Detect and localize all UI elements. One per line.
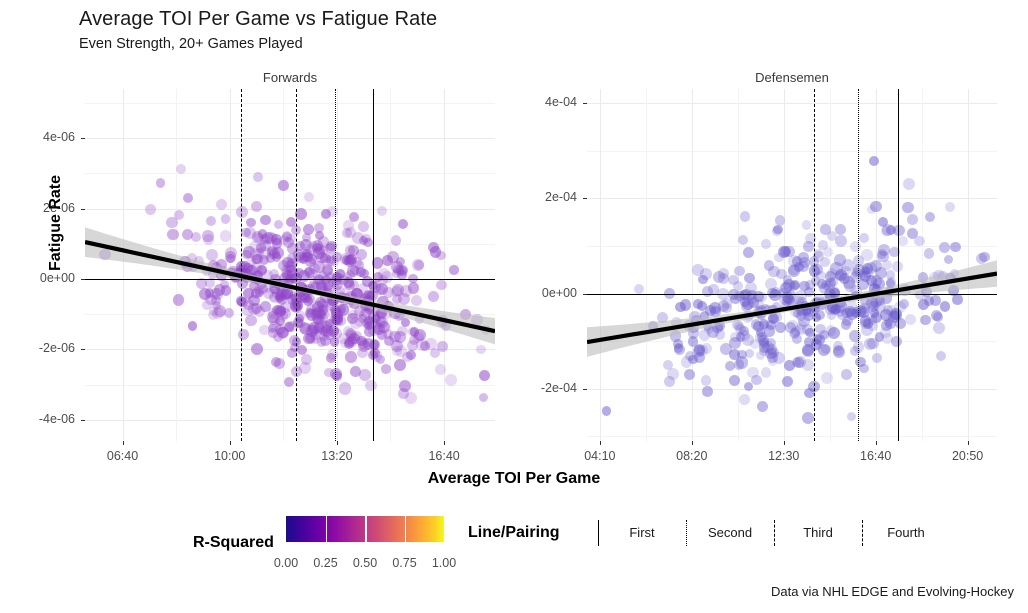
legend-key-first[interactable] (598, 520, 599, 546)
y-axis-tick-label: 4e-04 (545, 95, 577, 110)
facet-label-forwards: Forwards (262, 70, 318, 85)
x-axis-tick-mark (444, 441, 446, 445)
legend-key-second[interactable] (686, 520, 687, 546)
y-axis-tick-label: -2e-06 (38, 341, 75, 356)
x-axis-tick-label: 13:20 (321, 449, 353, 463)
legend-label-fourth: Fourth (887, 525, 925, 540)
x-axis-tick-label: 04:10 (584, 449, 616, 463)
regression-line (587, 271, 997, 345)
legend-linepairing-title: Line/Pairing (468, 524, 560, 541)
reference-line-fourth (240, 89, 242, 441)
x-axis-tick-mark (875, 441, 877, 445)
x-axis-tick-mark (783, 441, 785, 445)
colorbar-tick (404, 516, 406, 542)
page-subtitle: Even Strength, 20+ Games Played (79, 36, 303, 52)
scatter-panel-forwards (85, 89, 495, 441)
y-axis-tick-label: -4e-06 (38, 411, 75, 426)
legend-label-second: Second (707, 525, 753, 540)
x-axis-tick-label: 12:30 (768, 449, 800, 463)
regression-overlay (587, 260, 997, 357)
chart-caption: Data via NHL EDGE and Evolving-Hockey (770, 584, 1014, 599)
y-axis-tick-mark (81, 279, 85, 281)
y-axis-tick-label: 2e-04 (545, 190, 577, 205)
facet-label-defensemen: Defensemen (755, 70, 829, 85)
x-axis-tick-mark (336, 441, 338, 445)
x-axis-tick-mark (122, 441, 124, 445)
legend-key-fourth[interactable] (862, 520, 863, 546)
colorbar-tick (325, 516, 327, 542)
legend-key-third[interactable] (774, 520, 775, 546)
x-axis-tick-label: 20:50 (951, 449, 984, 463)
x-axis-title: Average TOI Per Game (427, 470, 601, 487)
legend-label-third: Third (803, 525, 833, 540)
y-axis-tick-label: -2e-04 (540, 380, 577, 395)
y-axis-tick-mark (583, 198, 587, 200)
colorbar-tick (365, 516, 367, 542)
x-axis-tick-mark (691, 441, 693, 445)
reference-line-second (334, 89, 336, 441)
y-axis-title: Fatigue Rate (47, 175, 64, 272)
y-axis-tick-mark (583, 293, 587, 295)
x-axis-tick-mark (967, 441, 969, 445)
y-axis-tick-label: 0e+00 (541, 285, 577, 300)
legend-rsquared-title: R-Squared (193, 534, 274, 551)
reference-line-fourth (814, 89, 816, 441)
colorbar-tick-label: 1.00 (431, 556, 457, 570)
x-axis-tick-mark (229, 441, 231, 445)
x-axis-tick-label: 10:00 (214, 449, 246, 463)
y-axis-tick-mark (583, 388, 587, 390)
reference-line-third (296, 89, 298, 441)
y-axis-tick-mark (81, 419, 85, 421)
legend-label-first: First (629, 525, 655, 540)
x-axis-tick-label: 06:40 (106, 449, 139, 463)
reference-line-first (373, 89, 375, 441)
x-axis-tick-label: 16:40 (428, 449, 460, 463)
scatter-panel-defensemen (587, 89, 997, 441)
regression-overlay (85, 227, 495, 345)
y-axis-tick-mark (81, 138, 85, 140)
x-axis-tick-label: 08:20 (676, 449, 708, 463)
y-axis-tick-mark (81, 208, 85, 210)
reference-line-third (858, 89, 859, 441)
x-axis-tick-mark (599, 441, 601, 445)
x-axis-tick-label: 16:40 (860, 449, 892, 463)
y-axis-tick-mark (583, 103, 587, 105)
reference-line-first (898, 89, 900, 441)
regression-line (85, 240, 495, 334)
page-title: Average TOI Per Game vs Fatigue Rate (79, 8, 438, 30)
chart-root: Average TOI Per Game vs Fatigue Rate Eve… (0, 0, 1028, 613)
y-axis-tick-mark (81, 349, 85, 351)
